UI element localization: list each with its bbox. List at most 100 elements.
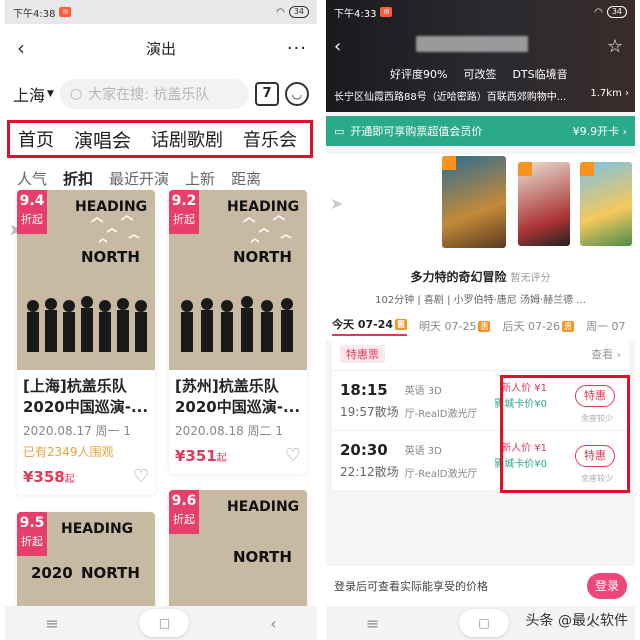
back-nav-icon[interactable]: ‹ (270, 614, 276, 633)
end-time: 19:57散场 (340, 405, 399, 419)
date-tab-tomorrow[interactable]: 明天 07-25 惠 (419, 318, 491, 334)
page-title: 演出 (145, 39, 176, 58)
discount-label: 折起 (173, 513, 195, 526)
menu-icon[interactable]: ≡ (45, 614, 58, 633)
more-options-icon[interactable]: ··· (287, 38, 307, 59)
status-bar: 下午4:38 ✉ ◠ 34 (5, 0, 317, 24)
showtime-times: 18:15 19:57散场 (340, 381, 399, 420)
login-hint: 登录后可查看实际能享受的价格 (334, 580, 488, 593)
film-info: 多力特的奇幻冒险 暂无评分 102分钟 | 喜剧 | 小罗伯特·唐尼 汤姆·赫兰德… (326, 266, 635, 310)
discount-label: 折起 (21, 535, 43, 548)
discount-label: 折起 (173, 213, 195, 226)
cinema-header: 下午4:33 ✉ ◠ 34 ‹ ☆ 好评度90% 可改签 DTS临境音 长宁区仙… (326, 0, 635, 112)
filter-new[interactable]: 上新 (185, 168, 215, 189)
back-icon[interactable]: ‹ (17, 36, 25, 60)
date-tab-after[interactable]: 后天 07-26 惠 (502, 318, 574, 334)
top-nav: ‹ 演出 ··· (5, 24, 317, 72)
film-score: 暂无评分 (510, 273, 551, 284)
price-suffix: 起 (216, 452, 227, 464)
show-card[interactable]: 9.4 折起 HEADING NORTH [上海]杭盖乐队2020中国巡演-..… (17, 190, 155, 495)
cinema-address-row[interactable]: 长宁区仙霞西路88号（近哈密路）百联西郊购物中... 1.7km › (334, 88, 629, 103)
show-card[interactable]: 9.2 折起 HEADING NORTH [苏州]杭盖乐队2020中国巡演-..… (169, 190, 307, 474)
start-time: 20:30 (340, 441, 388, 459)
poster-year: 2020 (31, 564, 73, 582)
tab-home[interactable]: 首页 (18, 126, 54, 152)
start-time: 18:15 (340, 381, 388, 399)
show-price: ¥358起 (23, 468, 75, 486)
login-button[interactable]: 登录 (587, 573, 627, 599)
tag-reschedule: 可改签 (463, 68, 497, 81)
film-badge (518, 162, 532, 176)
cinema-name-blurred (416, 36, 528, 52)
notification-icon: ✉ (59, 7, 72, 17)
discount-value: 9.5 (19, 515, 45, 531)
city-selector[interactable]: 上海 ▼ (13, 82, 54, 106)
filter-upcoming[interactable]: 最近开演 (109, 168, 169, 189)
discount-mark: 惠 (561, 321, 574, 332)
view-more-link[interactable]: 查看 › (591, 346, 621, 362)
right-phone-screen: 下午4:33 ✉ ◠ 34 ‹ ☆ 好评度90% 可改签 DTS临境音 长宁区仙… (326, 0, 635, 640)
cinema-address: 长宁区仙霞西路88号（近哈密路）百联西郊购物中... (334, 92, 567, 103)
search-row: 上海 ▼ ○ 大家在搜: 杭盖乐队 7 ◡ (5, 72, 317, 116)
card-body: [苏州]杭盖乐队2020中国巡演-... 2020.08.18 周二 1 ¥35… (169, 370, 307, 474)
film-poster-selected[interactable] (442, 156, 506, 248)
highlight-annotation-box (500, 375, 630, 493)
film-carousel: ➤ (326, 154, 635, 266)
language-format: 英语 3D (404, 445, 442, 457)
date-tab-today[interactable]: 今天 07-24 惠 (332, 316, 408, 336)
cinema-tags: 好评度90% 可改签 DTS临境音 (390, 66, 568, 82)
card-body: [上海]杭盖乐队2020中国巡演-... 2020.08.17 周一 1 已有2… (17, 370, 155, 495)
price-suffix: 起 (64, 473, 75, 485)
show-date: 2020.08.17 周一 1 (23, 424, 131, 438)
film-poster[interactable] (518, 162, 570, 246)
filter-popular[interactable]: 人气 (17, 168, 47, 189)
category-tabs: 首页 演唱会 话剧歌剧 音乐会 (7, 120, 313, 158)
home-icon[interactable]: □ (458, 609, 509, 637)
band-silhouette (181, 296, 293, 352)
tab-music[interactable]: 音乐会 (243, 126, 297, 152)
band-silhouette (27, 296, 147, 352)
back-icon[interactable]: ‹ (334, 36, 341, 57)
poster-heading: HEADING (61, 521, 134, 537)
wifi-icon: ◠ (594, 6, 603, 18)
poster-north: NORTH (233, 548, 292, 566)
date-tab-monday[interactable]: 周一 07 (586, 318, 626, 334)
watermark: 头条 @最火软件 (525, 613, 628, 629)
end-time: 22:12散场 (340, 465, 399, 479)
language-format: 英语 3D (404, 385, 442, 397)
left-phone-screen: 下午4:38 ✉ ◠ 34 ‹ 演出 ··· 上海 ▼ ○ 大家在搜: 杭盖乐队… (5, 0, 317, 640)
discount-value: 9.6 (171, 493, 197, 509)
status-bar: 下午4:33 ✉ ◠ 34 (326, 0, 635, 24)
card-icon: ▭ (334, 124, 345, 138)
calendar-icon[interactable]: 7 (255, 82, 279, 106)
discount-value: 9.2 (171, 193, 197, 209)
hall-info: 英语 3D 厅-RealD激光厅 (405, 382, 478, 420)
discount-badge: 9.6 折起 (169, 490, 199, 534)
tab-drama-opera[interactable]: 话剧歌剧 (151, 126, 223, 152)
favorite-icon[interactable]: ♡ (285, 445, 301, 466)
schedule-header: 特惠票 查看 › (332, 338, 629, 370)
filter-discount[interactable]: 折扣 (63, 168, 93, 189)
film-badge (442, 156, 456, 170)
search-input[interactable]: ○ 大家在搜: 杭盖乐队 (59, 79, 249, 109)
member-banner[interactable]: ▭ 开通即可享购票超值会员价 ¥9.9开卡 › (326, 116, 635, 146)
film-poster[interactable] (580, 162, 632, 246)
show-title: [上海]杭盖乐队2020中国巡演-... (23, 377, 149, 416)
menu-icon[interactable]: ≡ (366, 614, 379, 633)
show-date: 2020.08.18 周二 1 (175, 424, 283, 438)
smile-icon[interactable]: ◡ (285, 82, 309, 106)
filter-distance[interactable]: 距离 (231, 168, 261, 189)
favorite-icon[interactable]: ♡ (133, 466, 149, 487)
film-badge (580, 162, 594, 176)
tab-concert[interactable]: 演唱会 (74, 126, 131, 153)
showtime-times: 20:30 22:12散场 (340, 441, 399, 480)
battery-icon: 34 (606, 6, 627, 18)
star-icon[interactable]: ☆ (607, 36, 623, 57)
tag-rating: 好评度90% (390, 68, 448, 81)
special-ticket-tag: 特惠票 (340, 345, 385, 363)
home-icon[interactable]: □ (139, 609, 190, 637)
search-icon: ○ (69, 86, 83, 102)
search-placeholder: 大家在搜: 杭盖乐队 (88, 87, 210, 103)
discount-mark: 惠 (478, 321, 491, 332)
discount-badge: 9.4 折起 (17, 190, 47, 234)
